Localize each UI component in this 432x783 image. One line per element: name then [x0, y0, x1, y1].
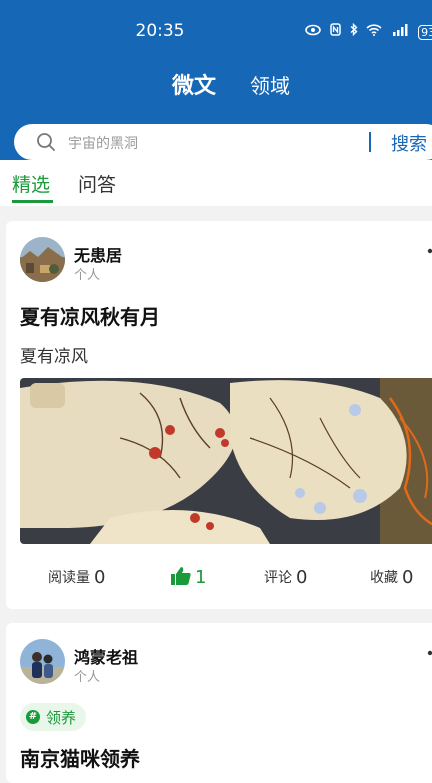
app-header: 20:35 93 微文 领域 宇宙的黑洞 搜索: [0, 0, 432, 160]
favorite-label: 收藏: [370, 570, 398, 586]
tab-jingxuan[interactable]: 精选: [12, 170, 50, 197]
status-time: 20:35: [135, 21, 185, 41]
tab-lingyu[interactable]: 领域: [250, 70, 290, 99]
author-type: 个人: [74, 670, 101, 685]
signal-icon: [391, 24, 409, 39]
topic-label: 领养: [46, 708, 77, 727]
thumbs-up-icon: [171, 567, 191, 585]
author-name[interactable]: 无患居: [74, 242, 122, 266]
active-tab-indicator: [12, 200, 53, 203]
avatar[interactable]: [20, 639, 65, 684]
like-button[interactable]: 1: [171, 567, 206, 588]
tab-weiwen[interactable]: 微文: [172, 68, 216, 100]
battery-indicator: 93: [418, 25, 432, 40]
search-bar[interactable]: 宇宙的黑洞 搜索: [14, 124, 432, 160]
author-name[interactable]: 鸿蒙老祖: [74, 644, 138, 668]
eye-icon: [305, 24, 321, 39]
read-label: 阅读量: [48, 570, 90, 586]
search-icon: [37, 133, 55, 151]
tab-wenda[interactable]: 问答: [78, 170, 116, 197]
author-type: 个人: [74, 268, 101, 283]
feed: 精选 问答 无患居 个人 夏有凉风秋有月 夏有凉风 阅读量 0 1 评论 0 收…: [0, 160, 432, 783]
search-divider: [369, 132, 371, 152]
post-description: 夏有凉风: [20, 347, 88, 367]
comment-button[interactable]: 评论 0: [264, 567, 307, 588]
status-icons: 93: [305, 22, 432, 40]
hashtag-icon: #: [26, 710, 40, 724]
post-card[interactable]: 无患居 个人 夏有凉风秋有月 夏有凉风 阅读量 0 1 评论 0 收藏 0: [6, 221, 432, 609]
read-value: 0: [94, 567, 106, 588]
comment-label: 评论: [264, 570, 292, 586]
bluetooth-icon: [350, 22, 358, 39]
topic-tag[interactable]: # 领养: [20, 703, 87, 731]
wifi-icon: [366, 24, 383, 39]
like-value: 1: [195, 567, 207, 588]
avatar[interactable]: [20, 237, 65, 282]
read-count: 阅读量 0: [48, 567, 105, 588]
nfc-icon: [330, 23, 341, 39]
more-options-icon[interactable]: [426, 247, 432, 255]
post-title[interactable]: 夏有凉风秋有月: [20, 301, 160, 330]
sub-tabs: 精选 问答: [0, 160, 432, 206]
status-bar: 20:35 93: [0, 18, 432, 46]
post-image[interactable]: [20, 378, 432, 544]
comment-value: 0: [296, 567, 308, 588]
search-button[interactable]: 搜索: [391, 130, 427, 156]
post-card[interactable]: 鸿蒙老祖 个人 # 领养 南京猫咪领养: [6, 623, 432, 783]
favorite-value: 0: [402, 567, 414, 588]
more-options-icon[interactable]: [426, 649, 432, 657]
top-tabs: 微文 领域: [0, 66, 432, 102]
search-input[interactable]: 宇宙的黑洞: [68, 133, 138, 153]
favorite-button[interactable]: 收藏 0: [370, 567, 413, 588]
